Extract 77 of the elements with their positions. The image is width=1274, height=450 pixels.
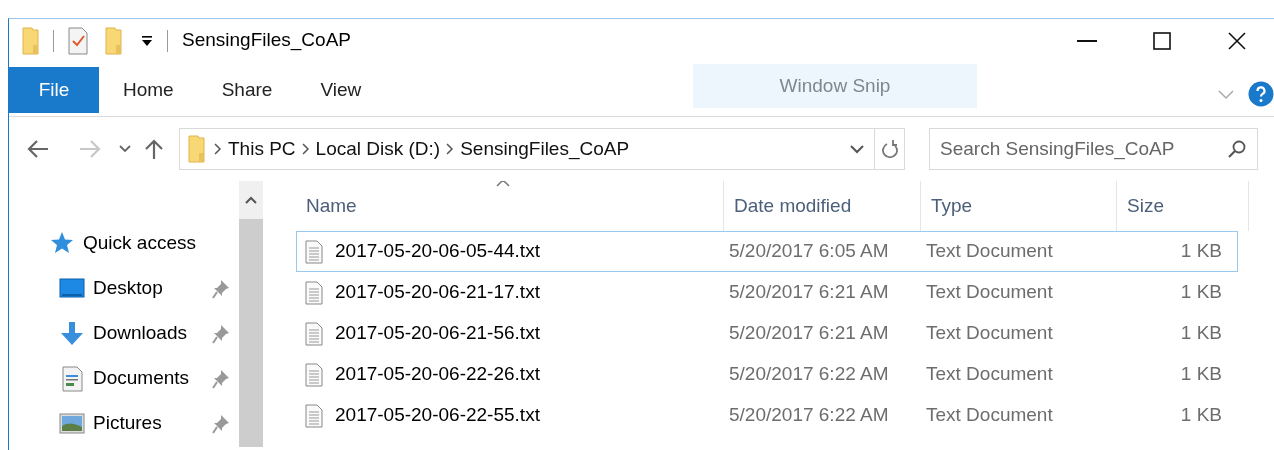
date-modified: 5/20/2017 6:21 AM (728, 280, 890, 305)
nav-item[interactable]: Pictures (93, 409, 162, 438)
dropdown-icon[interactable] (141, 34, 153, 47)
folder-icon (188, 135, 206, 163)
file-name: 2017-05-20-06-21-17.txt (335, 280, 540, 305)
ribbon-tab[interactable]: Share (197, 67, 297, 113)
nav-item[interactable]: Desktop (93, 274, 163, 303)
pin-icon (212, 368, 230, 389)
pin-icon (212, 413, 230, 434)
file-name: 2017-05-20-06-22-26.txt (335, 362, 540, 387)
breadcrumb-chevron-icon (446, 143, 455, 155)
file-type: Text Document (925, 321, 1054, 346)
window-title: SensingFiles_CoAP (182, 28, 351, 53)
file-name: 2017-05-20-06-05-44.txt (335, 239, 540, 264)
nav-item[interactable]: Quick access (83, 229, 196, 258)
refresh-icon[interactable] (881, 139, 898, 159)
text-file-icon (305, 321, 323, 346)
file-type: Text Document (925, 239, 1054, 264)
file-size: 1 KB (1179, 280, 1222, 305)
breadcrumb[interactable]: SensingFiles_CoAP (454, 134, 636, 164)
ribbon-tab[interactable]: View (296, 67, 386, 113)
date-modified: 5/20/2017 6:21 AM (728, 321, 890, 346)
properties-icon[interactable] (68, 26, 88, 55)
search-icon (1228, 140, 1246, 158)
help-icon[interactable] (1248, 81, 1274, 107)
breadcrumb[interactable]: This PC (222, 134, 302, 164)
search-field[interactable]: Search SensingFiles_CoAP (929, 128, 1258, 170)
column-header[interactable]: Size (1127, 191, 1164, 221)
nav-item[interactable]: Downloads (93, 319, 187, 348)
file-row[interactable]: 2017-05-20-06-05-44.txt 5/20/2017 6:05 AM Text Document 1 KB (296, 231, 1238, 272)
expand-ribbon-icon[interactable] (1218, 90, 1234, 100)
file-name: 2017-05-20-06-21-56.txt (335, 321, 540, 346)
date-modified: 5/20/2017 6:22 AM (728, 403, 890, 428)
file-size: 1 KB (1179, 321, 1222, 346)
scrollbar[interactable] (239, 181, 263, 447)
ribbon-tab[interactable]: Home (99, 67, 198, 113)
file-row[interactable]: 2017-05-20-06-21-17.txt 5/20/2017 6:21 AM Text Document 1 KB (296, 272, 1238, 313)
maximize-icon (1152, 31, 1171, 50)
file-size: 1 KB (1179, 403, 1222, 428)
text-file-icon (305, 403, 323, 428)
text-file-icon (305, 362, 323, 387)
minimize-icon (1076, 39, 1097, 42)
breadcrumb-chevron-icon (301, 143, 310, 155)
download-arrow-icon (59, 320, 85, 347)
file-row[interactable]: 2017-05-20-06-21-56.txt 5/20/2017 6:21 AM Text Document 1 KB (296, 313, 1238, 354)
pin-icon (212, 278, 230, 299)
file-row[interactable]: 2017-05-20-06-22-55.txt 5/20/2017 6:22 AM Text Document 1 KB (296, 395, 1238, 436)
file-type: Text Document (925, 403, 1054, 428)
file-name: 2017-05-20-06-22-55.txt (335, 403, 540, 428)
picture-icon (59, 410, 85, 437)
forward-icon (79, 139, 101, 159)
close-icon (1227, 31, 1246, 50)
file-type: Text Document (925, 280, 1054, 305)
address-bar[interactable]: This PC Local Disk (D:) SensingFiles_CoAP (179, 128, 905, 170)
pin-icon (212, 323, 230, 344)
file-size: 1 KB (1179, 239, 1222, 264)
nav-item[interactable]: Documents (93, 364, 190, 393)
text-file-icon (305, 239, 323, 264)
file-row[interactable]: 2017-05-20-06-22-26.txt 5/20/2017 6:22 AM Text Document 1 KB (296, 354, 1238, 395)
chevron-down-icon[interactable] (850, 144, 864, 154)
column-header[interactable]: Name (306, 191, 357, 221)
document-icon (59, 365, 85, 392)
ribbon-tab[interactable]: File (9, 67, 99, 113)
breadcrumb-chevron-icon (214, 143, 222, 155)
up-icon (143, 139, 165, 159)
column-header[interactable]: Date modified (734, 191, 852, 221)
file-type: Text Document (925, 362, 1054, 387)
file-size: 1 KB (1179, 362, 1222, 387)
snip-tooltip: Window Snip (693, 64, 977, 108)
date-modified: 5/20/2017 6:22 AM (728, 362, 890, 387)
text-file-icon (305, 280, 323, 305)
chevron-down-icon (119, 145, 131, 153)
date-modified: 5/20/2017 6:05 AM (728, 239, 890, 264)
scroll-up-icon[interactable] (245, 196, 257, 204)
column-header[interactable]: Type (931, 191, 973, 221)
breadcrumb[interactable]: Local Disk (D:) (309, 134, 447, 164)
back-icon (27, 139, 49, 159)
